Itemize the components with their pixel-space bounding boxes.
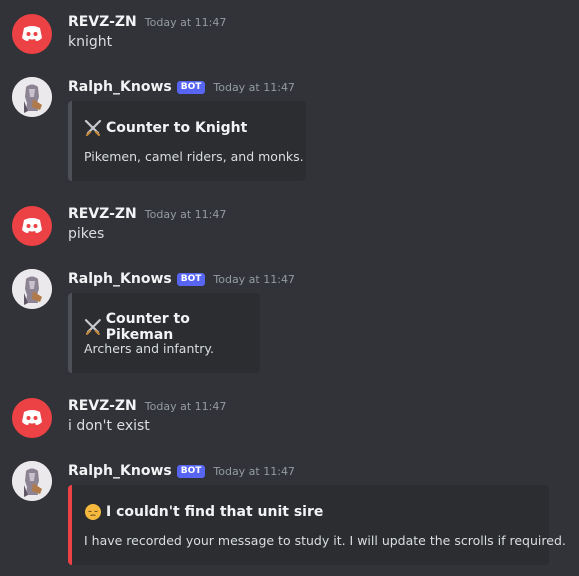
pensive-face-icon bbox=[85, 504, 101, 520]
message-item: REVZ-ZN Today at 11:47 i don't exist bbox=[0, 396, 579, 446]
discord-avatar-icon[interactable] bbox=[12, 206, 52, 246]
embed-title: I couldn't find that unit sire bbox=[84, 503, 323, 521]
timestamp: Today at 11:47 bbox=[213, 464, 295, 478]
crossed-swords-icon bbox=[84, 119, 102, 137]
timestamp: Today at 11:47 bbox=[144, 399, 227, 413]
embed: Counter to Pikeman Archers and infantry. bbox=[68, 293, 260, 373]
message-header: Ralph_Knows BOT Today at 11:47 bbox=[68, 269, 295, 289]
message-header: REVZ-ZN Today at 11:47 bbox=[68, 204, 226, 224]
embed-title-text: Counter to Pikeman bbox=[105, 311, 190, 343]
message-header: REVZ-ZN Today at 11:47 bbox=[68, 12, 226, 32]
bot-badge: BOT bbox=[176, 272, 206, 286]
username[interactable]: REVZ-ZN bbox=[68, 206, 137, 222]
username[interactable]: Ralph_Knows bbox=[68, 271, 172, 287]
embed-title-text: I couldn't find that unit sire bbox=[106, 504, 324, 520]
embed-title: Counter to Pikeman bbox=[84, 311, 260, 343]
message-item: REVZ-ZN Today at 11:47 pikes bbox=[0, 204, 579, 254]
embed-description: Pikemen, camel riders, and monks. bbox=[84, 149, 304, 164]
message-header: REVZ-ZN Today at 11:47 bbox=[68, 396, 226, 416]
bot-avatar[interactable] bbox=[12, 77, 52, 117]
message-text: i don't exist bbox=[68, 418, 150, 434]
embed: Counter to Knight Pikemen, camel riders,… bbox=[68, 101, 306, 181]
message-header: Ralph_Knows BOT Today at 11:47 bbox=[68, 461, 295, 481]
bot-avatar[interactable] bbox=[12, 269, 52, 309]
discord-avatar-icon[interactable] bbox=[12, 14, 52, 54]
username[interactable]: Ralph_Knows bbox=[68, 79, 172, 95]
embed-description: Archers and infantry. bbox=[84, 341, 215, 356]
message-item: REVZ-ZN Today at 11:47 knight bbox=[0, 12, 579, 62]
embed-title: Counter to Knight bbox=[84, 119, 247, 137]
message-item: Ralph_Knows BOT Today at 11:47 I couldn'… bbox=[0, 461, 579, 566]
message-item: Ralph_Knows BOT Today at 11:47 Counter t… bbox=[0, 269, 579, 374]
username[interactable]: Ralph_Knows bbox=[68, 463, 172, 479]
timestamp: Today at 11:47 bbox=[213, 80, 295, 94]
embed-description: I have recorded your message to study it… bbox=[84, 533, 566, 548]
timestamp: Today at 11:47 bbox=[213, 272, 295, 286]
bot-badge: BOT bbox=[176, 464, 206, 478]
username[interactable]: REVZ-ZN bbox=[68, 14, 137, 30]
timestamp: Today at 11:47 bbox=[144, 207, 227, 221]
username[interactable]: REVZ-ZN bbox=[68, 398, 137, 414]
bot-badge: BOT bbox=[176, 80, 206, 94]
embed-title-text: Counter to Knight bbox=[106, 120, 248, 136]
timestamp: Today at 11:47 bbox=[144, 15, 227, 29]
message-header: Ralph_Knows BOT Today at 11:47 bbox=[68, 77, 295, 97]
bot-avatar[interactable] bbox=[12, 461, 52, 501]
message-text: pikes bbox=[68, 226, 105, 242]
message-text: knight bbox=[68, 34, 113, 50]
discord-avatar-icon[interactable] bbox=[12, 398, 52, 438]
crossed-swords-icon bbox=[84, 319, 101, 335]
embed: I couldn't find that unit sire I have re… bbox=[68, 485, 566, 565]
message-item: Ralph_Knows BOT Today at 11:47 Counter t… bbox=[0, 77, 579, 182]
